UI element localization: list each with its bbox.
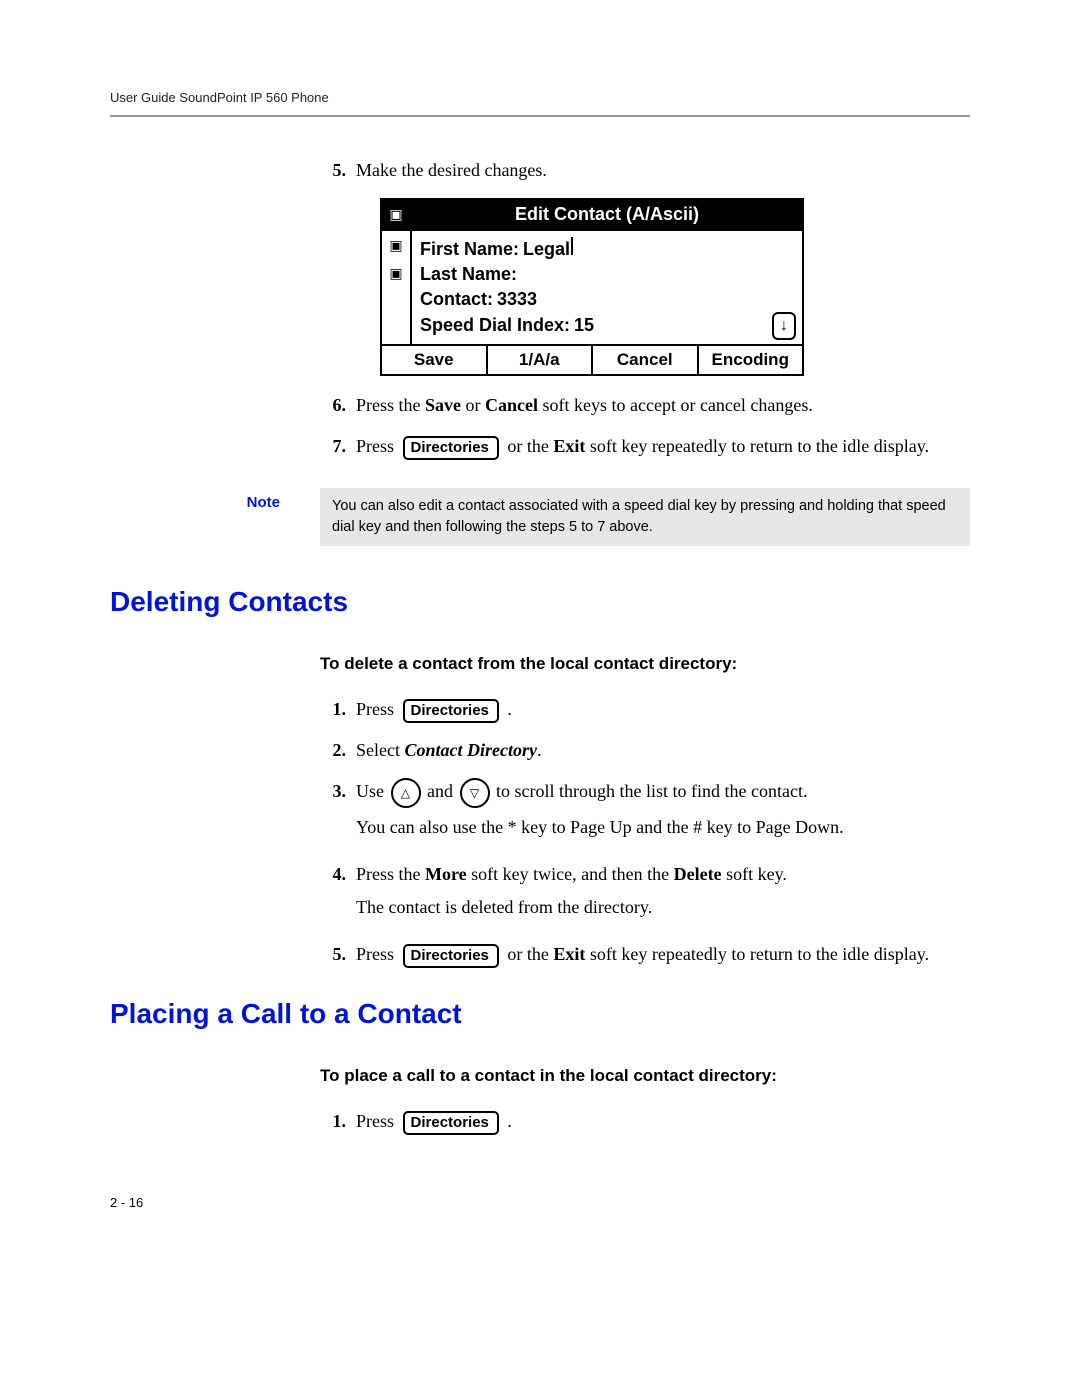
softkey-save: Save <box>382 346 488 374</box>
text: Press the <box>356 864 425 884</box>
text: soft key twice, and then the <box>467 864 674 884</box>
directories-key-icon: Directories <box>403 436 499 460</box>
contact-value: 3333 <box>497 287 537 312</box>
down-arrow-key-icon: ▽ <box>460 778 490 808</box>
delete-step-1: 1. Press Directories . <box>320 696 970 723</box>
contact-directory-italic: Contact Directory <box>404 740 537 760</box>
text: You can also use the * key to Page Up an… <box>356 814 970 841</box>
more-bold: More <box>425 864 467 884</box>
text: Use <box>356 781 389 801</box>
step-body: Select Contact Directory. <box>356 737 970 764</box>
step-number: 2. <box>320 737 346 764</box>
cancel-bold: Cancel <box>485 395 538 415</box>
first-name-label: First Name: <box>420 237 519 262</box>
running-header: User Guide SoundPoint IP 560 Phone <box>110 90 970 105</box>
note-body: You can also edit a contact associated w… <box>320 488 970 546</box>
speed-dial-value: 15 <box>574 313 594 338</box>
directories-key-icon: Directories <box>403 699 499 723</box>
header-rule <box>110 115 970 117</box>
place-step-1: 1. Press Directories . <box>320 1108 970 1135</box>
text: soft key. <box>722 864 787 884</box>
text: Press <box>356 436 399 456</box>
text: or the <box>507 944 553 964</box>
step-number: 4. <box>320 861 346 927</box>
delete-bold: Delete <box>674 864 722 884</box>
edit-step-6: 6. Press the Save or Cancel soft keys to… <box>320 392 970 419</box>
exit-bold: Exit <box>553 944 585 964</box>
delete-step-4: 4. Press the More soft key twice, and th… <box>320 861 970 927</box>
text: or <box>461 395 485 415</box>
subhead-place: To place a call to a contact in the loca… <box>320 1066 970 1086</box>
page-footer: 2 - 16 <box>110 1195 970 1210</box>
step-body: Press the Save or Cancel soft keys to ac… <box>356 392 970 419</box>
subhead-delete: To delete a contact from the local conta… <box>320 654 970 674</box>
step-number: 7. <box>320 433 346 460</box>
phone-screen-figure: ▣ Edit Contact (A/Ascii) ▣ ▣ First Name:… <box>380 198 804 376</box>
step-body: Press the More soft key twice, and then … <box>356 861 970 927</box>
line-icon: ▣ <box>382 259 410 287</box>
text: or the <box>507 436 553 456</box>
text: . <box>507 1111 512 1131</box>
text: soft key repeatedly to return to the idl… <box>585 944 929 964</box>
text: to scroll through the list to find the c… <box>496 781 807 801</box>
step-number: 3. <box>320 778 346 847</box>
step-body: Press Directories or the Exit soft key r… <box>356 433 970 460</box>
delete-step-5: 5. Press Directories or the Exit soft ke… <box>320 941 970 968</box>
step-number: 6. <box>320 392 346 419</box>
up-arrow-key-icon: △ <box>391 778 421 808</box>
step-number: 1. <box>320 1108 346 1135</box>
text: . <box>507 699 512 719</box>
phone-screen-title: Edit Contact (A/Ascii) <box>412 200 802 229</box>
text: soft keys to accept or cancel changes. <box>538 395 813 415</box>
step-body: Use △ and ▽ to scroll through the list t… <box>356 778 970 847</box>
step-body: Press Directories . <box>356 696 970 723</box>
step-number: 1. <box>320 696 346 723</box>
edit-step-5: 5. Make the desired changes. <box>320 157 970 184</box>
line-icon: ▣ <box>382 231 410 259</box>
delete-step-2: 2. Select Contact Directory. <box>320 737 970 764</box>
text: . <box>537 740 542 760</box>
text: Press <box>356 699 399 719</box>
edit-step-7: 7. Press Directories or the Exit soft ke… <box>320 433 970 460</box>
text: soft key repeatedly to return to the idl… <box>585 436 929 456</box>
softkey-encoding: Encoding <box>699 346 803 374</box>
line-icon: ▣ <box>382 200 410 229</box>
heading-placing-call: Placing a Call to a Contact <box>110 998 970 1030</box>
softkey-mode: 1/A/a <box>488 346 594 374</box>
text: and <box>427 781 458 801</box>
note-label: Note <box>110 488 320 511</box>
heading-deleting-contacts: Deleting Contacts <box>110 586 970 618</box>
exit-bold: Exit <box>553 436 585 456</box>
speed-dial-label: Speed Dial Index: <box>420 313 570 338</box>
softkey-cancel: Cancel <box>593 346 699 374</box>
text: Press <box>356 944 399 964</box>
contact-label: Contact: <box>420 287 493 312</box>
step-number: 5. <box>320 941 346 968</box>
directories-key-icon: Directories <box>403 1111 499 1135</box>
text: Select <box>356 740 404 760</box>
text: The contact is deleted from the director… <box>356 894 970 921</box>
text: Press the <box>356 395 425 415</box>
text-cursor <box>571 237 573 255</box>
note-block: Note You can also edit a contact associa… <box>110 488 970 546</box>
step-body: Press Directories . <box>356 1108 970 1135</box>
step-number: 5. <box>320 157 346 184</box>
first-name-value: Legal <box>523 237 570 262</box>
text: Press <box>356 1111 399 1131</box>
step-body: Press Directories or the Exit soft key r… <box>356 941 970 968</box>
last-name-label: Last Name: <box>420 262 517 287</box>
directories-key-icon: Directories <box>403 944 499 968</box>
delete-step-3: 3. Use △ and ▽ to scroll through the lis… <box>320 778 970 847</box>
scroll-down-icon: ↓ <box>772 312 796 340</box>
save-bold: Save <box>425 395 461 415</box>
step-body: Make the desired changes. <box>356 157 970 184</box>
